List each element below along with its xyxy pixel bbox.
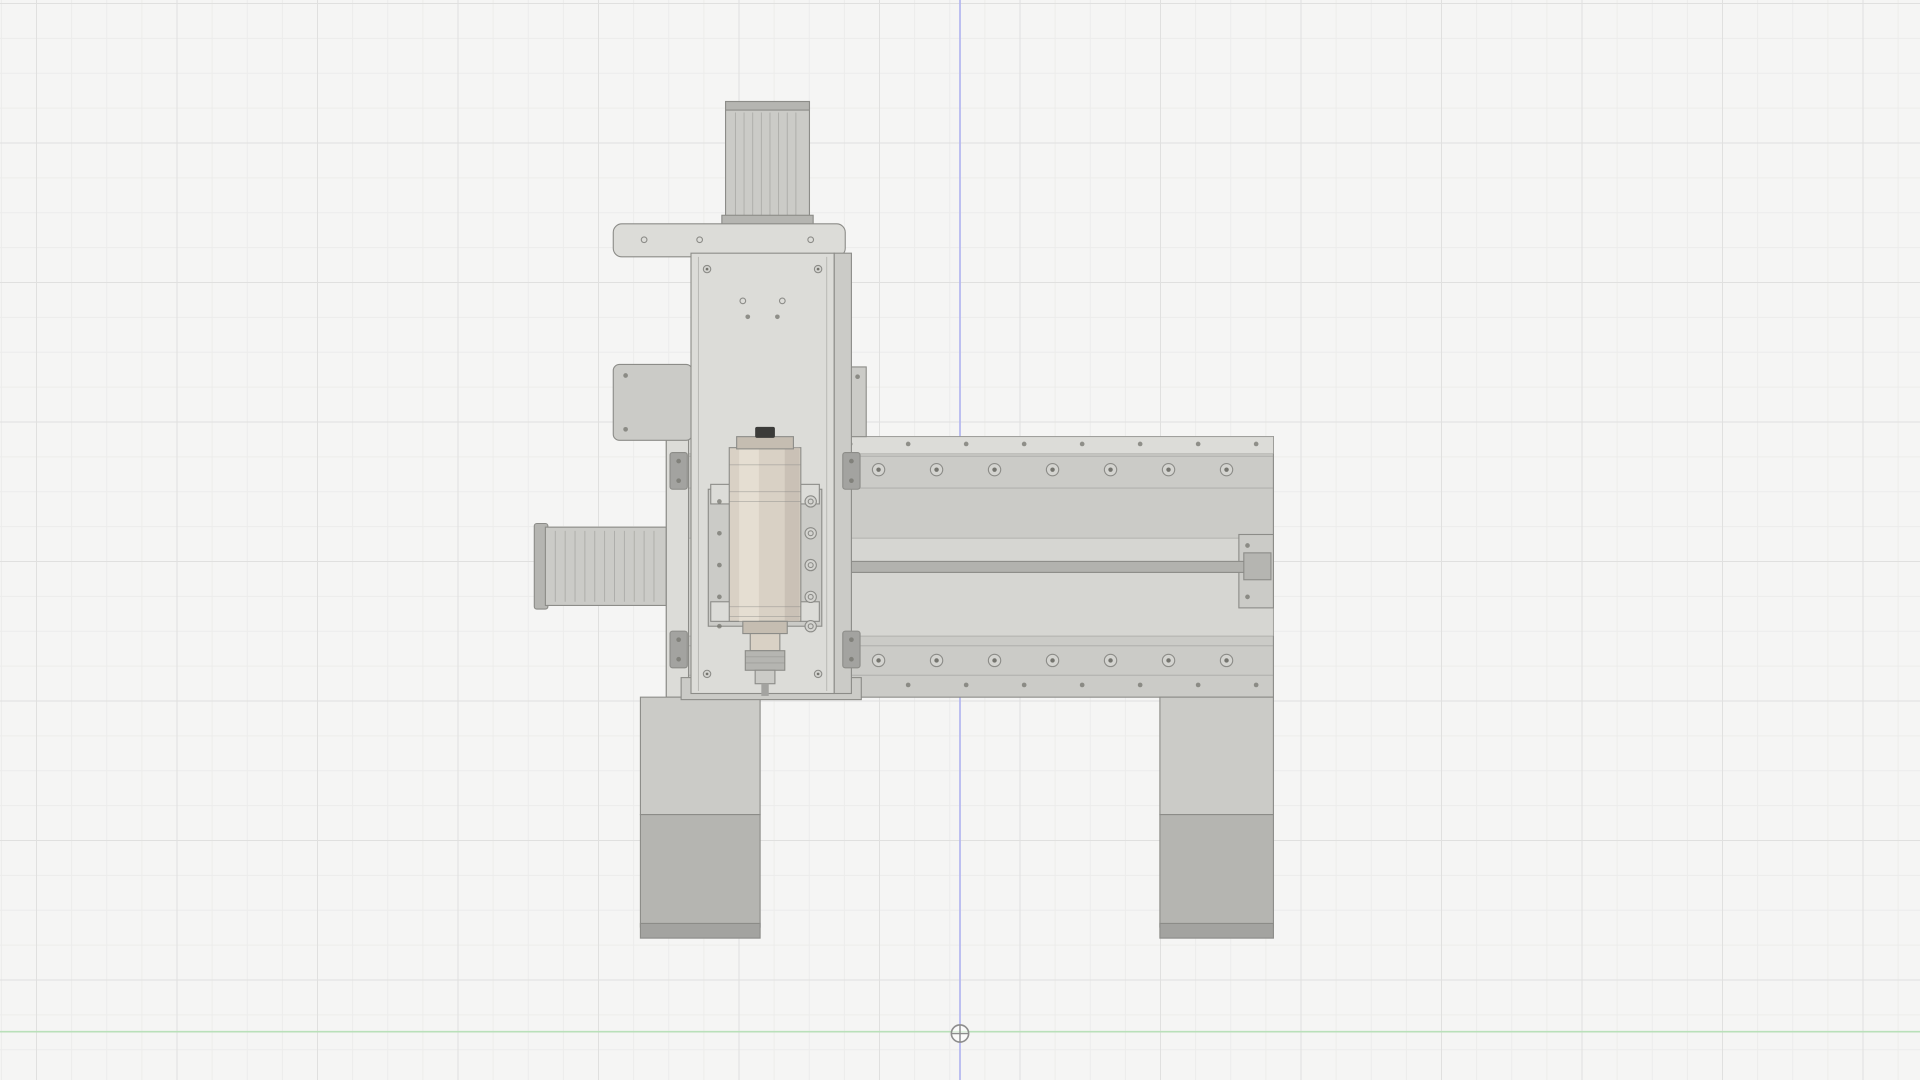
- bolt: [1046, 654, 1058, 666]
- screw-dot: [1080, 683, 1085, 688]
- screw-dot: [623, 373, 628, 378]
- spindle-shade: [785, 448, 800, 622]
- screw-dot: [1254, 442, 1259, 447]
- leg-foot: [640, 815, 760, 928]
- cnc-machine-model[interactable]: [534, 102, 1273, 939]
- bolt: [930, 464, 942, 476]
- bolt: [872, 654, 884, 666]
- bolt: [1162, 654, 1174, 666]
- screw-dot: [1196, 683, 1201, 688]
- screw-dot: [1022, 683, 1027, 688]
- screw-dot: [849, 657, 854, 662]
- tool-bit: [761, 684, 768, 696]
- screw-dot: [964, 683, 969, 688]
- lead-screw-rod: [813, 561, 1247, 572]
- screw-dot: [1245, 595, 1250, 600]
- rail-clamp: [670, 631, 687, 668]
- motor-body: [545, 527, 666, 605]
- collet-nut: [745, 651, 784, 671]
- screw-dot: [1022, 442, 1027, 447]
- screw-dot: [906, 442, 911, 447]
- bolt: [872, 464, 884, 476]
- stepper-body: [726, 102, 810, 226]
- bolt: [930, 654, 942, 666]
- rail-clamp: [843, 631, 860, 668]
- bolt: [988, 654, 1000, 666]
- screw-dot: [855, 374, 860, 379]
- leg-base: [1160, 923, 1274, 938]
- screw-dot: [717, 499, 722, 504]
- bolt: [988, 464, 1000, 476]
- mount-screw: [805, 559, 816, 570]
- screw-dot: [745, 314, 750, 319]
- screw-dot: [964, 442, 969, 447]
- spindle-highlight: [739, 448, 759, 622]
- screw-dot: [906, 683, 911, 688]
- spindle-shaft: [750, 634, 780, 651]
- screw-dot: [676, 637, 681, 642]
- bolt: [1104, 464, 1116, 476]
- screw-dot: [717, 531, 722, 536]
- screw-dot: [1138, 683, 1143, 688]
- corner-screw: [703, 670, 710, 677]
- mount-screw: [805, 528, 816, 539]
- corner-screw: [703, 265, 710, 272]
- spindle-top-cap: [737, 437, 794, 449]
- corner-screw: [814, 265, 821, 272]
- screw-dot: [623, 427, 628, 432]
- bolt: [1046, 464, 1058, 476]
- corner-screw: [814, 670, 821, 677]
- leg-upper: [1160, 697, 1274, 814]
- bolt: [1220, 464, 1232, 476]
- bolt: [1220, 654, 1232, 666]
- screw-dot: [1138, 442, 1143, 447]
- mount-screw: [805, 496, 816, 507]
- mount-screw: [805, 621, 816, 632]
- mount-screw: [805, 591, 816, 602]
- screw-dot: [676, 657, 681, 662]
- screw-dot: [849, 637, 854, 642]
- screw-dot: [775, 314, 780, 319]
- column-top-plate: [613, 224, 845, 257]
- spindle-connector: [755, 427, 775, 438]
- screw-dot: [717, 563, 722, 568]
- screw-dot: [1245, 543, 1250, 548]
- right-leg[interactable]: [1160, 697, 1274, 938]
- bolt: [1104, 654, 1116, 666]
- screw-coupling: [1244, 553, 1271, 580]
- screw-dot: [676, 478, 681, 483]
- collet-tip: [755, 670, 775, 683]
- model-scene-svg: [0, 0, 1920, 1080]
- bolt: [1162, 464, 1174, 476]
- cad-viewport[interactable]: [0, 0, 1920, 1080]
- leg-foot: [1160, 815, 1274, 928]
- y-axis-motor[interactable]: [534, 523, 666, 609]
- rail-clamp: [843, 453, 860, 490]
- rail-clamp: [670, 453, 687, 490]
- screw-dot: [849, 459, 854, 464]
- stepper-top-cap: [726, 102, 810, 111]
- screw-dot: [849, 478, 854, 483]
- screw-dot: [1254, 683, 1259, 688]
- leg-base: [640, 923, 760, 938]
- screw-dot: [717, 595, 722, 600]
- z-axis-stepper-motor[interactable]: [722, 102, 813, 226]
- screw-dot: [676, 459, 681, 464]
- spindle-bearing-disc: [743, 621, 787, 633]
- origin-marker[interactable]: [951, 1025, 968, 1042]
- leg-upper: [640, 697, 760, 814]
- screw-dot: [1196, 442, 1201, 447]
- screw-dot: [717, 624, 722, 629]
- screw-dot: [1080, 442, 1085, 447]
- left-leg[interactable]: [640, 697, 760, 938]
